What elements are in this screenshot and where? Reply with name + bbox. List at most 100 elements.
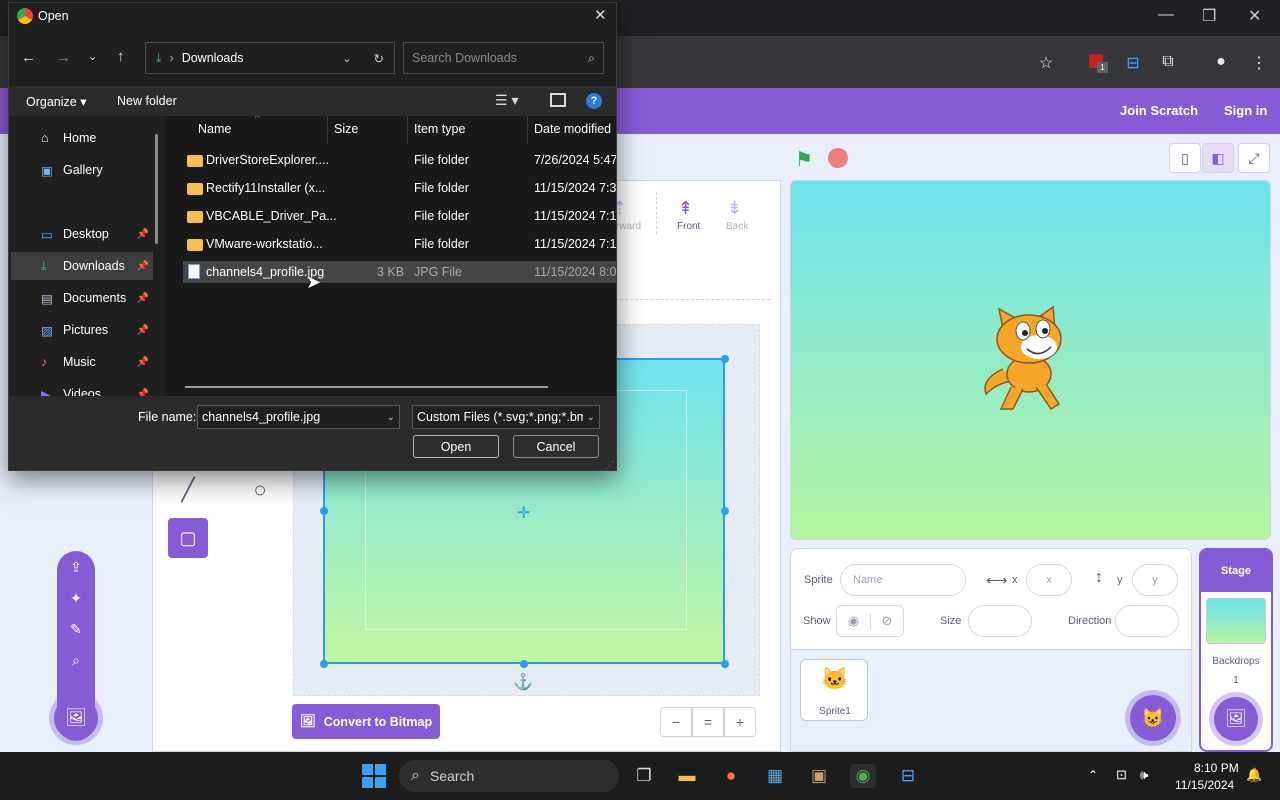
file-name-input[interactable]: channels4_profile.jpg ⌄ [197, 405, 400, 429]
resize-handle[interactable] [721, 355, 729, 363]
view-options-icon[interactable]: ☰ ▾ [495, 92, 518, 109]
refresh-icon[interactable]: ↻ [374, 51, 384, 66]
extensions-puzzle-icon[interactable]: ⧉ [1157, 53, 1179, 71]
file-row[interactable]: VMware-workstatio... File folder 11/15/2… [183, 233, 616, 255]
organize-menu[interactable]: Organize ▾ [26, 94, 86, 109]
upload-icon[interactable]: ⇪ [70, 559, 82, 576]
taskbar-search[interactable]: ⌕ Search [399, 760, 619, 792]
file-row-selected[interactable]: channels4_profile.jpg 3 KB JPG File 11/1… [183, 261, 616, 283]
nav-item-videos[interactable]: ▶ Videos 📌 [11, 380, 153, 396]
resize-handle[interactable] [320, 507, 328, 515]
resize-handle[interactable] [721, 660, 729, 668]
stage-canvas[interactable] [790, 180, 1271, 540]
recent-chevron-icon[interactable]: ⌄ [88, 50, 97, 63]
new-folder-button[interactable]: New folder [117, 94, 177, 108]
zoom-in-button[interactable]: + [724, 707, 756, 737]
search-icon[interactable]: ⌕ [72, 652, 80, 669]
nav-item-home[interactable]: ⌂ Home [11, 124, 153, 152]
front-label[interactable]: Front [677, 221, 700, 232]
open-button[interactable]: Open [413, 435, 499, 458]
chevron-down-icon[interactable]: ⌄ [387, 412, 395, 423]
circle-tool-icon[interactable]: ○ [240, 470, 280, 510]
nav-item-gallery[interactable]: ▣ Gallery [11, 156, 153, 184]
column-name[interactable]: Name [198, 122, 231, 136]
restore-icon[interactable]: ❐ [1202, 6, 1216, 26]
x-input[interactable]: x [1026, 564, 1072, 596]
choose-costume-button[interactable]: 🖼 [54, 696, 98, 740]
address-bar[interactable]: ⤓ › Downloads ⌄ ↻ [145, 42, 395, 74]
network-icon[interactable]: ⊡ [1116, 767, 1127, 783]
extension-icon[interactable]: ⊟ [1122, 53, 1144, 73]
column-size[interactable]: Size [334, 122, 358, 136]
backdrop-thumbnail[interactable] [1206, 598, 1266, 644]
zoom-reset-button[interactable]: = [692, 707, 724, 737]
volume-icon[interactable]: 🕪 [1140, 767, 1148, 783]
clock-date[interactable]: 11/15/2024 [1175, 778, 1234, 792]
file-row[interactable]: VBCABLE_Driver_Pa... File folder 11/15/2… [183, 205, 616, 227]
choose-sprite-button[interactable]: 😺 [1130, 695, 1176, 741]
nav-item-downloads[interactable]: ⤓ Downloads 📌 [11, 252, 153, 280]
file-explorer-icon[interactable]: ▬ [674, 764, 700, 788]
sign-in-link[interactable]: Sign in [1224, 103, 1267, 118]
rotate-handle-icon[interactable]: ⚓ [513, 672, 533, 692]
rectangle-tool-icon[interactable]: ▢ [168, 518, 208, 558]
surprise-icon[interactable]: ✦ [70, 590, 82, 607]
normal-stage-button[interactable]: ◧ [1202, 143, 1234, 173]
zoom-out-button[interactable]: − [660, 707, 692, 737]
search-downloads-input[interactable]: Search Downloads ⌕ [403, 42, 604, 74]
nav-item-music[interactable]: ♪ Music 📌 [11, 348, 153, 376]
small-stage-button[interactable]: ▯ [1169, 143, 1201, 173]
remote-app-icon[interactable]: ⊟ [895, 764, 921, 788]
store-icon[interactable]: ▣ [806, 764, 832, 788]
file-row[interactable]: DriverStoreExplorer.... File folder 7/26… [183, 149, 616, 171]
extension-badge-icon[interactable]: 1 [1089, 54, 1109, 74]
sprite-tile[interactable]: 🐱 Sprite1 [800, 659, 868, 721]
start-icon[interactable] [362, 764, 386, 788]
dialog-close-icon[interactable]: ✕ [594, 6, 607, 24]
size-input[interactable] [968, 605, 1032, 637]
join-scratch-link[interactable]: Join Scratch [1120, 103, 1198, 118]
direction-input[interactable] [1115, 605, 1179, 637]
file-type-filter-select[interactable]: Custom Files (*.svg;*.png;*.bmp ⌄ [412, 405, 600, 429]
horizontal-scrollbar[interactable] [185, 386, 548, 388]
preview-pane-icon[interactable] [550, 93, 566, 107]
back-arrow-icon[interactable]: ⇟ [727, 198, 742, 219]
clock-time[interactable]: 8:10 PM [1194, 761, 1239, 775]
firefox-icon[interactable]: ● [718, 764, 744, 788]
resize-handle[interactable] [721, 507, 729, 515]
column-type[interactable]: Item type [414, 122, 465, 136]
fullscreen-button[interactable]: ⤢ [1238, 143, 1270, 173]
up-arrow-icon[interactable]: ↑ [117, 48, 125, 65]
notification-bell-icon[interactable]: 🔔 [1246, 767, 1262, 783]
close-window-icon[interactable]: ✕ [1248, 6, 1261, 26]
nav-scrollbar[interactable] [155, 134, 158, 244]
front-arrow-icon[interactable]: ⇞ [678, 198, 693, 219]
profile-icon[interactable]: ● [1210, 53, 1232, 71]
y-input[interactable]: y [1132, 564, 1178, 596]
sprite-name-input[interactable]: Name [840, 564, 966, 596]
task-view-icon[interactable]: ❐ [631, 764, 657, 788]
line-tool-icon[interactable]: ╱ [168, 470, 208, 510]
green-flag-icon[interactable]: ⚑ [795, 147, 813, 172]
address-dropdown-icon[interactable]: ⌄ [342, 52, 351, 65]
minimize-icon[interactable]: — [1158, 6, 1174, 24]
back-label[interactable]: Back [726, 221, 748, 232]
stop-icon[interactable] [828, 148, 848, 168]
nav-item-desktop[interactable]: ▭ Desktop 📌 [11, 220, 153, 248]
resize-grip-icon[interactable]: ⋰ [605, 460, 614, 471]
choose-backdrop-button[interactable]: 🖼 [1214, 697, 1258, 741]
nav-item-documents[interactable]: ▤ Documents 📌 [11, 284, 153, 312]
chrome-icon[interactable]: ◉ [850, 764, 876, 788]
photos-icon[interactable]: ▦ [762, 764, 788, 788]
resize-handle[interactable] [320, 660, 328, 668]
file-row[interactable]: Rectify11Installer (x... File folder 11/… [183, 177, 616, 199]
tray-chevron-icon[interactable]: ⌃ [1088, 768, 1098, 782]
nav-item-pictures[interactable]: ▨ Pictures 📌 [11, 316, 153, 344]
bookmark-star-icon[interactable]: ☆ [1035, 53, 1057, 73]
show-eye-icon[interactable]: ◉ [837, 613, 870, 629]
cancel-button[interactable]: Cancel [513, 435, 599, 458]
paint-brush-icon[interactable]: ✎ [70, 621, 82, 638]
menu-dots-icon[interactable]: ⋮ [1248, 53, 1270, 73]
help-icon[interactable]: ? [586, 93, 602, 109]
column-date[interactable]: Date modified [534, 122, 611, 136]
